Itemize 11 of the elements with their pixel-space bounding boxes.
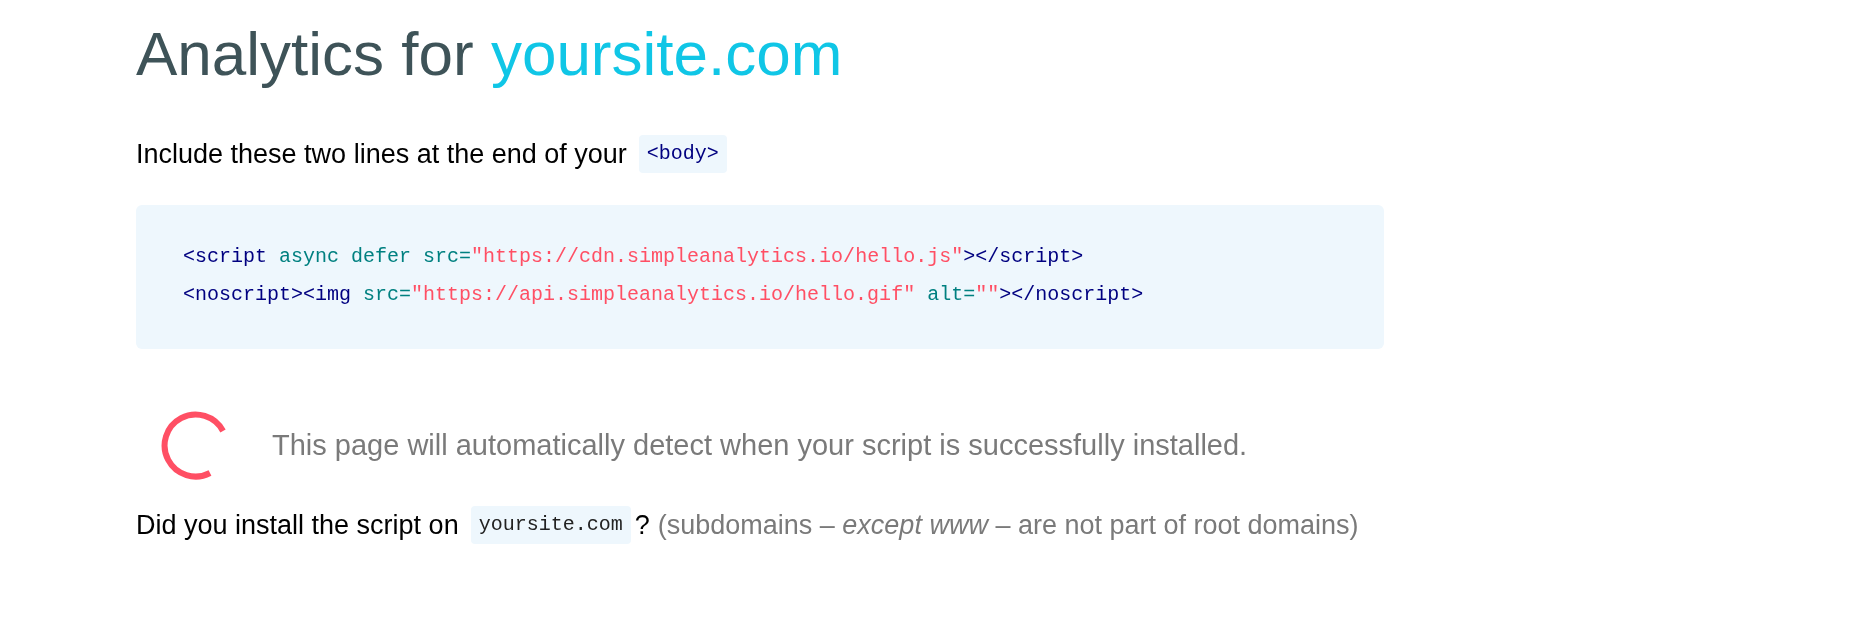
code-line: <script async defer src="https://cdn.simpleanalytics.io/hello.js"></script> — [183, 243, 1085, 270]
status-text: This page will automatically detect when your script is successfully installed. — [272, 427, 1248, 463]
site-domain: yoursite.com — [490, 19, 843, 88]
subdomain-note: (subdomains – except www – are not part of root domains) — [657, 508, 1359, 542]
domain-code: yoursite.com — [470, 505, 631, 544]
page-title: Analytics for — [136, 19, 474, 88]
question-mark: ? — [634, 508, 650, 542]
instruction-text: Include these two lines at the end of your — [136, 138, 627, 171]
code-line: <noscript><img src="https://api.simpleanalytics.io/hello.gif" alt=""></noscript> — [183, 281, 1145, 308]
body-tag-code: <body> — [638, 135, 727, 174]
question-text: Did you install the script on — [136, 508, 459, 542]
